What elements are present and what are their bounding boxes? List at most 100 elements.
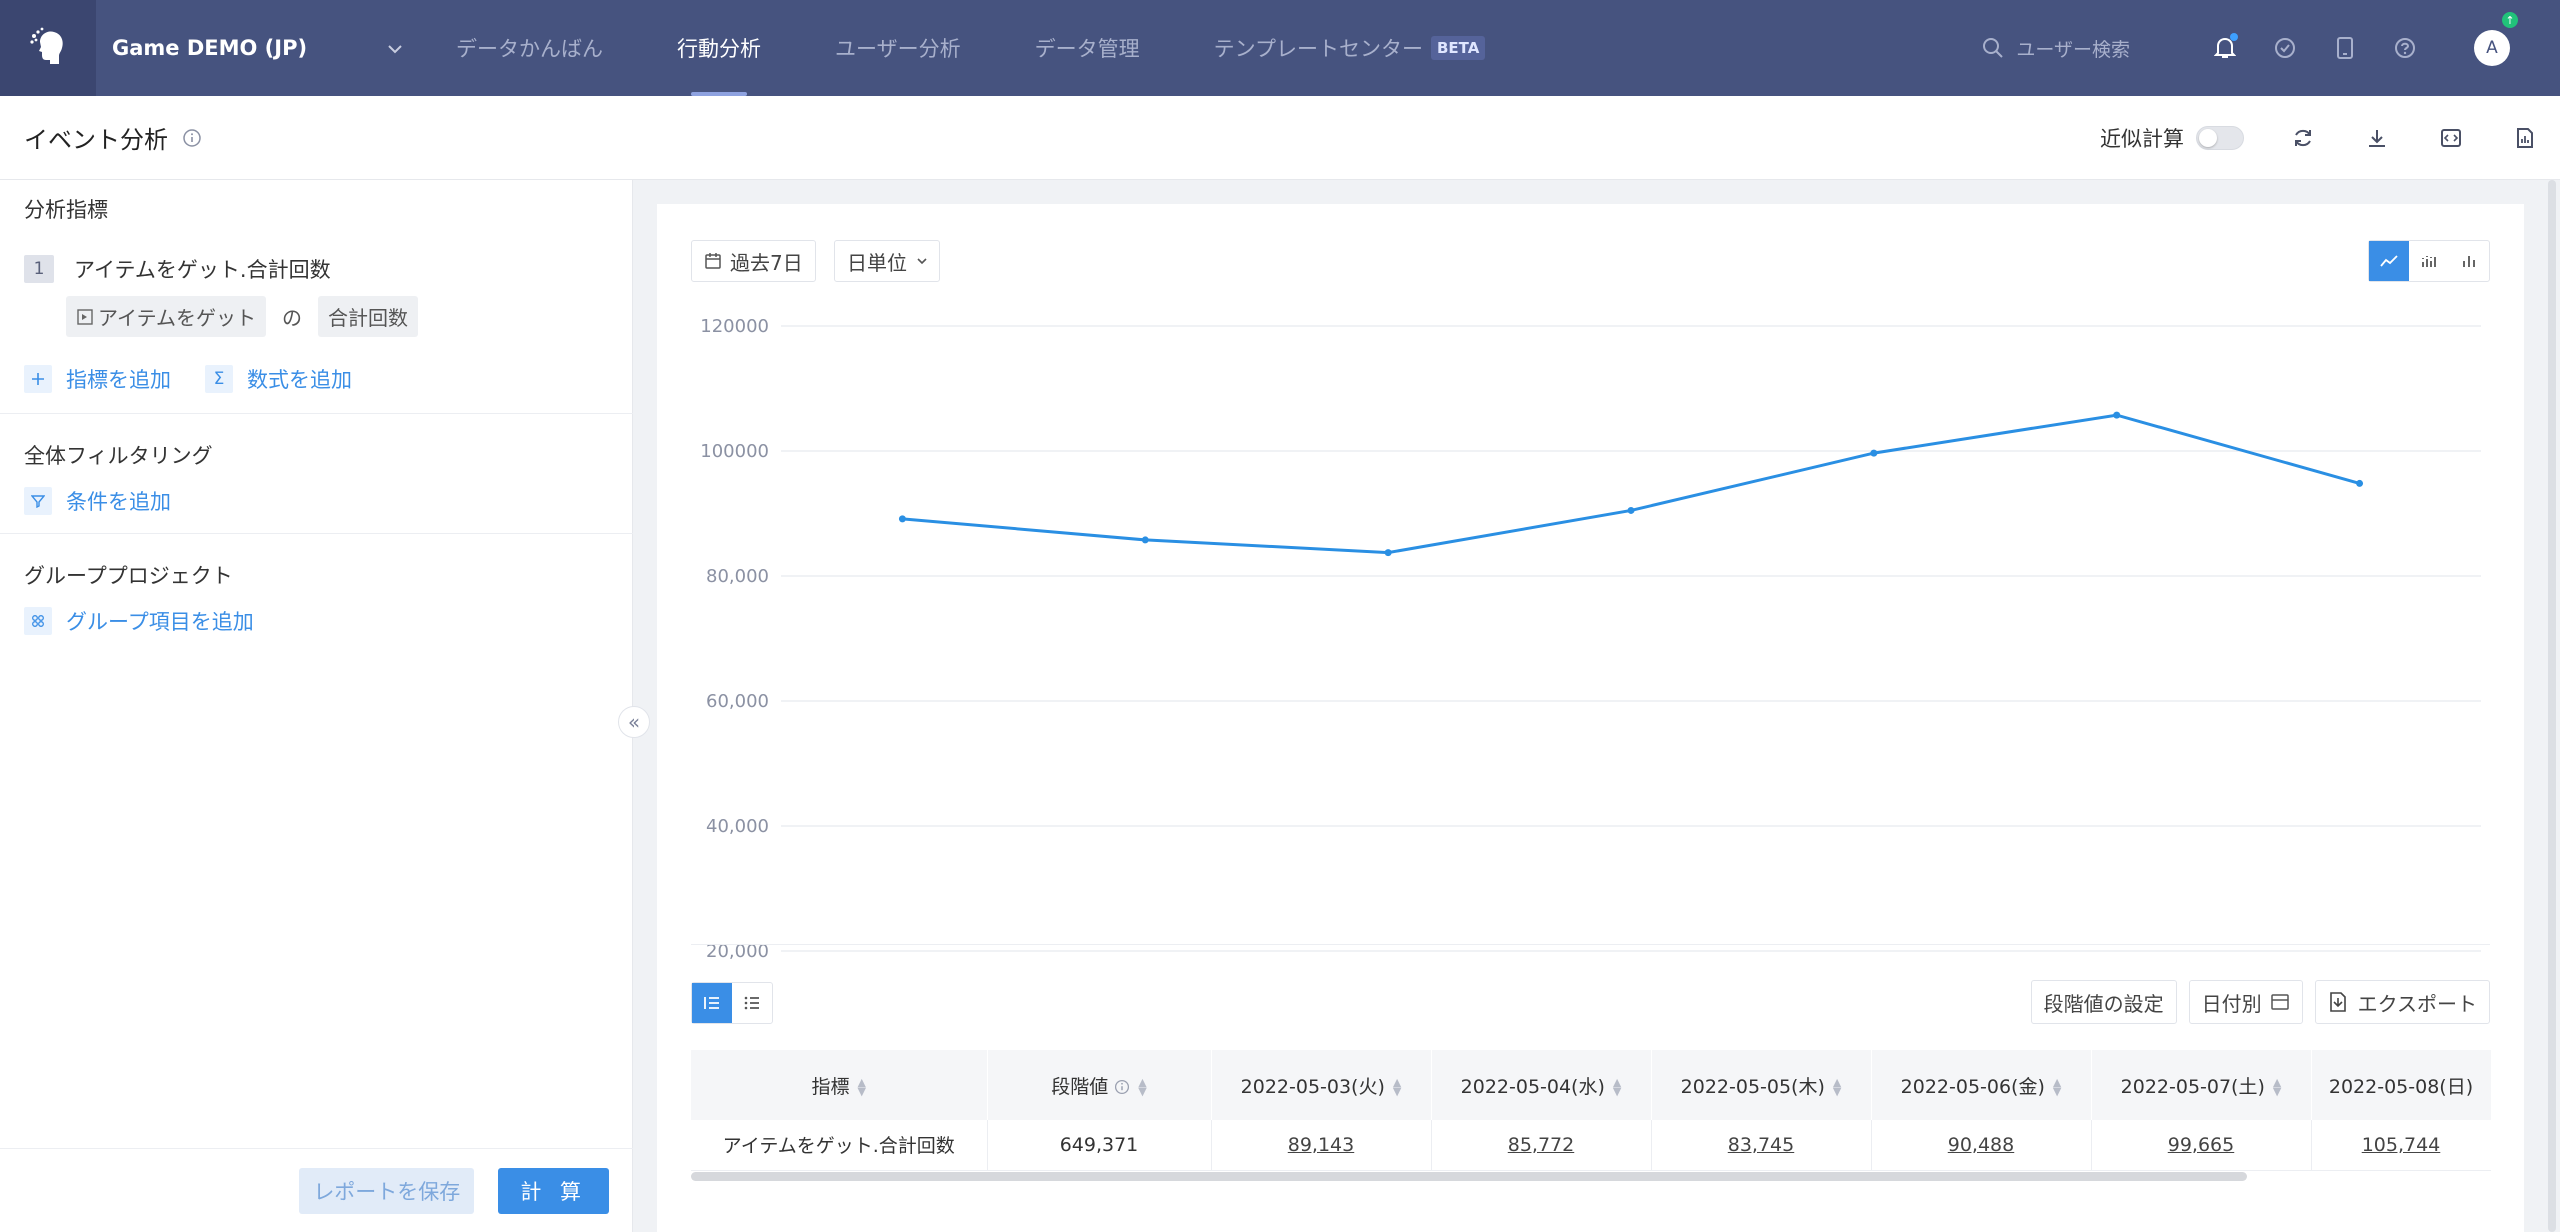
nav-template-center[interactable]: テンプレートセンター BETA	[1214, 0, 1486, 96]
code-icon	[2441, 129, 2461, 147]
line-chart-button[interactable]	[2369, 241, 2409, 281]
data-point[interactable]	[1141, 536, 1149, 544]
panel-actions: レポートを保存 計 算	[0, 1148, 633, 1232]
logo-icon	[30, 27, 63, 64]
nav-label: データ管理	[1034, 37, 1140, 61]
plus-icon	[24, 365, 52, 393]
sort-icon[interactable]: ▲ ▼	[858, 1077, 866, 1097]
nav-label: データかんばん	[456, 37, 603, 61]
y-tick-label: 80,000	[706, 566, 769, 587]
metrics-section-title: 分析指標	[24, 198, 108, 222]
section-divider	[0, 533, 633, 534]
page-vertical-scrollbar[interactable]	[2544, 180, 2560, 1232]
data-point[interactable]	[2356, 479, 2364, 487]
by-date-button[interactable]: 日付別	[2188, 980, 2303, 1024]
report-button[interactable]	[2510, 123, 2540, 153]
column-header-date[interactable]: 2022-05-06(金) ▲ ▼	[1871, 1050, 2092, 1120]
tasks-button[interactable]	[2270, 33, 2300, 63]
data-point[interactable]	[1384, 549, 1392, 557]
avatar-letter: A	[2486, 38, 2498, 58]
add-formula-button[interactable]: Σ 数式を追加	[205, 364, 352, 394]
data-point[interactable]	[1627, 506, 1635, 514]
sort-icon[interactable]: ▲ ▼	[1138, 1077, 1146, 1097]
metric-item[interactable]: 1 アイテムをゲット.合計回数	[0, 254, 331, 284]
nav-user-analysis[interactable]: ユーザー分析	[835, 0, 961, 96]
chart-type-switch	[2368, 240, 2490, 282]
cell-value-link[interactable]: 89,143	[1211, 1120, 1432, 1171]
collapse-panel-icon[interactable]: «	[618, 706, 650, 738]
data-point[interactable]	[1870, 449, 1878, 457]
date-range-picker[interactable]: 過去7日	[691, 240, 816, 282]
user-search[interactable]: ユーザー検索	[1982, 35, 2130, 62]
event-selector[interactable]: アイテムをゲット	[66, 296, 266, 337]
stacked-bar-button[interactable]	[2409, 241, 2449, 281]
sort-icon[interactable]: ▲ ▼	[1833, 1077, 1841, 1097]
header-label: 2022-05-03(火)	[1240, 1075, 1385, 1098]
cell-value-link[interactable]: 83,745	[1651, 1120, 1872, 1171]
info-icon[interactable]	[182, 128, 202, 148]
filter-section-title: 全体フィルタリング	[24, 444, 213, 468]
table-horizontal-scrollbar[interactable]	[691, 1172, 2247, 1181]
project-selector[interactable]: Game DEMO (JP)	[112, 36, 412, 60]
add-group-label: グループ項目を追加	[66, 610, 254, 634]
aggregation-selector[interactable]: 合計回数	[318, 296, 418, 337]
export-icon	[2329, 992, 2346, 1012]
date-range-label: 過去7日	[730, 250, 803, 275]
table-view-switch	[691, 982, 773, 1024]
save-report-button[interactable]: レポートを保存	[299, 1167, 475, 1214]
bar-chart-button[interactable]	[2449, 241, 2489, 281]
column-header-date[interactable]: 2022-05-04(水) ▲ ▼	[1431, 1050, 1652, 1120]
column-header-date[interactable]: 2022-05-07(土) ▲ ▼	[2091, 1050, 2312, 1120]
list-view-button[interactable]	[732, 983, 772, 1023]
download-button[interactable]	[2362, 123, 2392, 153]
header-label: 2022-05-07(土)	[2120, 1075, 2265, 1098]
tree-view-button[interactable]	[692, 983, 732, 1023]
group-section-title: グループプロジェクト	[24, 564, 233, 588]
calculate-button[interactable]: 計 算	[498, 1167, 609, 1214]
page-title: イベント分析	[24, 126, 168, 154]
cell-value-link[interactable]: 105,744	[2311, 1120, 2491, 1171]
embed-button[interactable]	[2436, 123, 2466, 153]
help-button[interactable]	[2390, 33, 2420, 63]
search-placeholder: ユーザー検索	[2016, 38, 2130, 61]
header-label: 段階値	[1051, 1075, 1109, 1098]
column-header-threshold[interactable]: 段階値 ▲ ▼	[987, 1050, 1212, 1120]
y-tick-label: 60,000	[706, 691, 769, 712]
chart-table-divider	[691, 944, 2490, 945]
granularity-label: 日単位	[847, 250, 907, 275]
approx-calc-label: 近似計算	[2100, 127, 2184, 151]
data-point[interactable]	[2113, 411, 2121, 419]
app-logo[interactable]	[0, 0, 96, 96]
column-header-date[interactable]: 2022-05-08(日)	[2311, 1050, 2491, 1120]
column-header-date[interactable]: 2022-05-03(火) ▲ ▼	[1211, 1050, 1432, 1120]
event-icon	[77, 308, 93, 325]
approx-calc-toggle[interactable]	[2196, 126, 2244, 150]
sort-icon[interactable]: ▲ ▼	[2053, 1077, 2061, 1097]
notification-button[interactable]	[2210, 33, 2240, 63]
granularity-selector[interactable]: 日単位	[834, 240, 940, 282]
nav-data-board[interactable]: データかんばん	[456, 0, 603, 96]
cell-value-link[interactable]: 90,488	[1871, 1120, 2092, 1171]
cell-value-link[interactable]: 85,772	[1431, 1120, 1652, 1171]
nav-data-management[interactable]: データ管理	[1035, 0, 1140, 96]
user-avatar[interactable]: A ↑	[2474, 12, 2518, 66]
add-condition-button[interactable]: 条件を追加	[24, 486, 171, 516]
sort-icon[interactable]: ▲ ▼	[1393, 1077, 1401, 1097]
cell-value-link[interactable]: 99,665	[2091, 1120, 2312, 1171]
export-button[interactable]: エクスポート	[2314, 980, 2490, 1024]
header-label: 2022-05-08(日)	[2328, 1075, 2474, 1098]
mobile-button[interactable]	[2330, 33, 2360, 63]
add-group-button[interactable]: グループ項目を追加	[24, 606, 254, 636]
result-card: 過去7日 日単位 020,00040,00060,00080,000100000…	[657, 204, 2524, 1232]
refresh-button[interactable]	[2288, 123, 2318, 153]
sort-icon[interactable]: ▲ ▼	[1613, 1077, 1621, 1097]
nav-behavior-analysis[interactable]: 行動分析	[677, 0, 761, 96]
info-icon[interactable]	[1114, 1079, 1130, 1095]
threshold-setting-button[interactable]: 段階値の設定	[2030, 980, 2177, 1024]
column-header-metric[interactable]: 指標 ▲ ▼	[691, 1050, 988, 1120]
tree-list-icon	[704, 997, 719, 1009]
column-header-date[interactable]: 2022-05-05(木) ▲ ▼	[1651, 1050, 1872, 1120]
add-metric-button[interactable]: 指標を追加	[24, 364, 171, 394]
sort-icon[interactable]: ▲ ▼	[2273, 1077, 2281, 1097]
data-point[interactable]	[898, 515, 906, 523]
